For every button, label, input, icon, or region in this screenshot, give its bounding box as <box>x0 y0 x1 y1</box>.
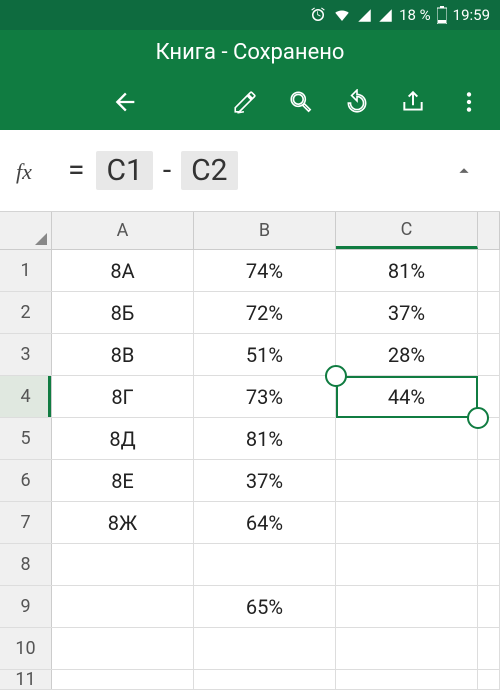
row-header[interactable]: 3 <box>0 334 52 375</box>
row-header[interactable]: 9 <box>0 586 52 627</box>
row-header[interactable]: 8 <box>0 544 52 585</box>
cell[interactable] <box>194 628 336 669</box>
fx-label: fx <box>16 155 68 187</box>
grid-row: 9 65% <box>0 586 500 628</box>
grid-row: 6 8Е 37% <box>0 460 500 502</box>
grid-row: 11 <box>0 670 500 690</box>
cell-selected[interactable]: 44% <box>336 376 478 417</box>
cell[interactable]: 64% <box>194 502 336 543</box>
row-header[interactable]: 4 <box>0 376 52 417</box>
document-title: Книга - Сохранено <box>156 40 345 65</box>
signal-icon <box>357 8 372 23</box>
grid-row: 7 8Ж 64% <box>0 502 500 544</box>
wifi-icon <box>333 6 351 24</box>
cell[interactable]: 51% <box>194 334 336 375</box>
formula-collapse-button[interactable] <box>444 160 484 182</box>
formula-bar[interactable]: fx = C1 - C2 <box>0 130 500 212</box>
row-header[interactable]: 6 <box>0 460 52 501</box>
clock-time: 19:59 <box>453 6 490 24</box>
cell[interactable] <box>478 628 500 669</box>
cell[interactable]: 28% <box>336 334 478 375</box>
title-bar: Книга - Сохранено <box>0 30 500 74</box>
android-status-bar: 18 % 19:59 <box>0 0 500 30</box>
cell[interactable] <box>194 670 336 689</box>
cell[interactable] <box>52 586 194 627</box>
cell[interactable] <box>52 670 194 689</box>
cell[interactable] <box>478 292 500 333</box>
cell[interactable]: 8В <box>52 334 194 375</box>
cell[interactable] <box>478 460 500 501</box>
cell[interactable]: 37% <box>336 292 478 333</box>
grid-row: 1 8А 74% 81% <box>0 250 500 292</box>
cell[interactable] <box>336 418 478 459</box>
cell[interactable]: 8А <box>52 250 194 291</box>
toolbar <box>0 74 500 130</box>
cell[interactable]: 8Г <box>52 376 194 417</box>
col-header-a[interactable]: A <box>52 212 194 249</box>
search-button[interactable] <box>288 89 314 115</box>
cell[interactable] <box>478 670 500 689</box>
signal-icon-2 <box>378 8 393 23</box>
cell[interactable] <box>336 628 478 669</box>
share-button[interactable] <box>400 89 426 115</box>
cell[interactable] <box>478 502 500 543</box>
battery-percent: 18 % <box>399 6 431 24</box>
battery-icon <box>437 6 447 24</box>
col-header-c[interactable]: C <box>336 212 478 249</box>
cell[interactable] <box>478 544 500 585</box>
alarm-icon <box>309 6 327 24</box>
grid-row: 8 <box>0 544 500 586</box>
cell[interactable]: 8Д <box>52 418 194 459</box>
row-header[interactable]: 5 <box>0 418 52 459</box>
cell[interactable]: 81% <box>194 418 336 459</box>
cell-ref-1[interactable]: C1 <box>96 151 152 190</box>
row-header[interactable]: 11 <box>0 670 52 689</box>
col-header-b[interactable]: B <box>194 212 336 249</box>
row-header[interactable]: 10 <box>0 628 52 669</box>
grid-row: 5 8Д 81% <box>0 418 500 460</box>
grid-row: 2 8Б 72% 37% <box>0 292 500 334</box>
grid-row: 4 8Г 73% 44% <box>0 376 500 418</box>
cell[interactable] <box>478 586 500 627</box>
cell[interactable] <box>336 586 478 627</box>
cell[interactable] <box>52 628 194 669</box>
selection-handle-top-left[interactable] <box>325 365 347 387</box>
cell[interactable] <box>194 544 336 585</box>
cell[interactable]: 81% <box>336 250 478 291</box>
cell[interactable] <box>478 334 500 375</box>
grid-row: 10 <box>0 628 500 670</box>
formula-content[interactable]: = C1 - C2 <box>68 151 444 190</box>
cell-ref-2[interactable]: C2 <box>181 151 237 190</box>
row-header[interactable]: 1 <box>0 250 52 291</box>
cell[interactable] <box>336 544 478 585</box>
grid-row: 3 8В 51% 28% <box>0 334 500 376</box>
row-header[interactable]: 7 <box>0 502 52 543</box>
undo-button[interactable] <box>344 89 370 115</box>
cell[interactable]: 72% <box>194 292 336 333</box>
spreadsheet-grid[interactable]: A B C 1 8А 74% 81% 2 8Б 72% 37% 3 8В 51%… <box>0 212 500 690</box>
select-all-corner[interactable] <box>0 212 52 249</box>
cell[interactable]: 74% <box>194 250 336 291</box>
selection-handle-bottom-right[interactable] <box>467 407 489 429</box>
col-header-d[interactable] <box>478 212 500 249</box>
cell[interactable]: 73% <box>194 376 336 417</box>
cell[interactable] <box>336 670 478 689</box>
cell[interactable]: 8Б <box>52 292 194 333</box>
cell[interactable]: 8Е <box>52 460 194 501</box>
cell[interactable]: 65% <box>194 586 336 627</box>
cell[interactable]: 8Ж <box>52 502 194 543</box>
cell[interactable] <box>336 502 478 543</box>
cell[interactable] <box>478 250 500 291</box>
row-header[interactable]: 2 <box>0 292 52 333</box>
back-button[interactable] <box>18 88 232 116</box>
cell[interactable] <box>336 460 478 501</box>
cell[interactable] <box>52 544 194 585</box>
more-button[interactable] <box>456 89 482 115</box>
column-headers: A B C <box>0 212 500 250</box>
cell[interactable]: 37% <box>194 460 336 501</box>
edit-button[interactable] <box>232 89 258 115</box>
